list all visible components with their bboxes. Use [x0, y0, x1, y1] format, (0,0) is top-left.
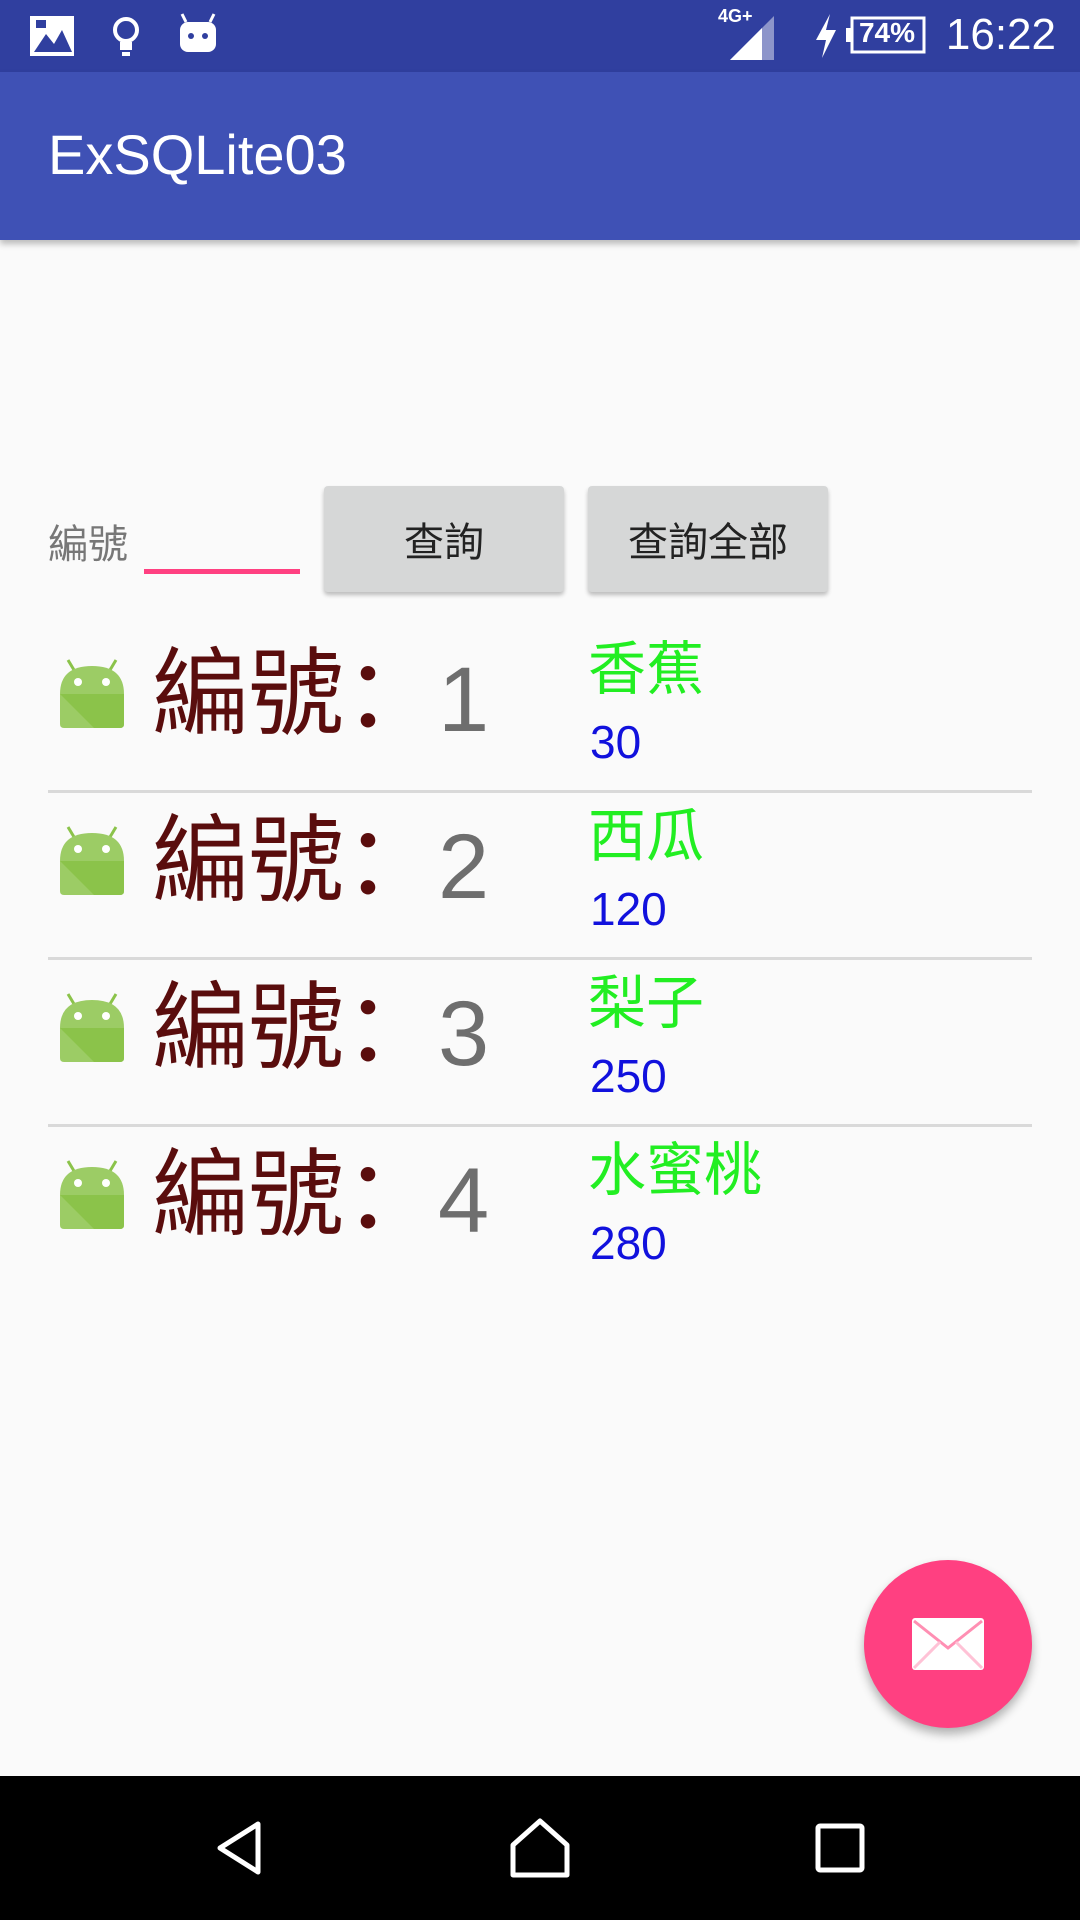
- fruit-price: 250: [590, 1050, 667, 1102]
- recents-icon: [815, 1823, 865, 1873]
- battery-level: 74%: [858, 17, 916, 48]
- email-icon: [912, 1618, 984, 1670]
- app-bar: ExSQLite03: [0, 72, 1080, 240]
- back-button[interactable]: [190, 1798, 290, 1898]
- status-bar: 4G+ 74% 16:22: [0, 0, 1080, 72]
- fruit-price: 280: [590, 1217, 667, 1269]
- navigation-bar: [0, 1776, 1080, 1920]
- id-caption: 編號：: [152, 638, 440, 750]
- charging-bolt-icon: [816, 14, 836, 58]
- fruit-name: 梨子: [588, 969, 705, 1037]
- clock: 16:22: [945, 10, 1056, 59]
- query-button[interactable]: 查詢: [324, 486, 564, 592]
- id-caption: 編號：: [152, 1139, 440, 1251]
- android-notification-icon: [180, 13, 216, 52]
- id-number: 1: [438, 649, 490, 751]
- id-input[interactable]: [144, 502, 300, 574]
- list-item[interactable]: 編號： 4 水蜜桃 280: [48, 1127, 1032, 1291]
- back-icon: [217, 1821, 261, 1875]
- id-caption: 編號：: [152, 972, 440, 1084]
- android-icon: [60, 1160, 124, 1229]
- home-button[interactable]: [490, 1798, 590, 1898]
- fruit-price: 120: [590, 883, 667, 935]
- photo-notification-icon: [30, 16, 74, 56]
- app-title: ExSQLite03: [48, 123, 347, 186]
- email-fab-button[interactable]: [864, 1560, 1032, 1728]
- home-icon: [510, 1818, 570, 1878]
- signal-icon: [730, 16, 774, 60]
- id-number: 4: [438, 1150, 490, 1252]
- lightbulb-icon: [113, 17, 139, 56]
- fruit-name: 水蜜桃: [588, 1136, 763, 1204]
- id-caption: 編號：: [152, 805, 440, 917]
- id-number: 2: [438, 816, 490, 918]
- query-all-button[interactable]: 查詢全部: [588, 486, 828, 592]
- android-icon: [60, 826, 124, 895]
- list-item[interactable]: 編號： 3 梨子 250: [48, 960, 1032, 1127]
- android-icon: [60, 993, 124, 1062]
- list-item[interactable]: 編號： 2 西瓜 120: [48, 793, 1032, 960]
- fruit-price: 30: [590, 716, 642, 768]
- android-icon: [60, 659, 124, 728]
- result-list: 編號： 1 香蕉 30 編號： 2 西瓜 120 編號： 3 梨子 250 編號…: [48, 626, 1032, 1291]
- fruit-name: 西瓜: [588, 802, 705, 870]
- fruit-name: 香蕉: [588, 635, 705, 703]
- id-field-label: 編號: [48, 522, 128, 568]
- list-item[interactable]: 編號： 1 香蕉 30: [48, 626, 1032, 793]
- id-number: 3: [438, 983, 490, 1085]
- recents-button[interactable]: [790, 1798, 890, 1898]
- screen: 4G+ 74% 16:22 ExSQLite03 編號 查詢 查詢全部 編號： …: [0, 0, 1080, 1920]
